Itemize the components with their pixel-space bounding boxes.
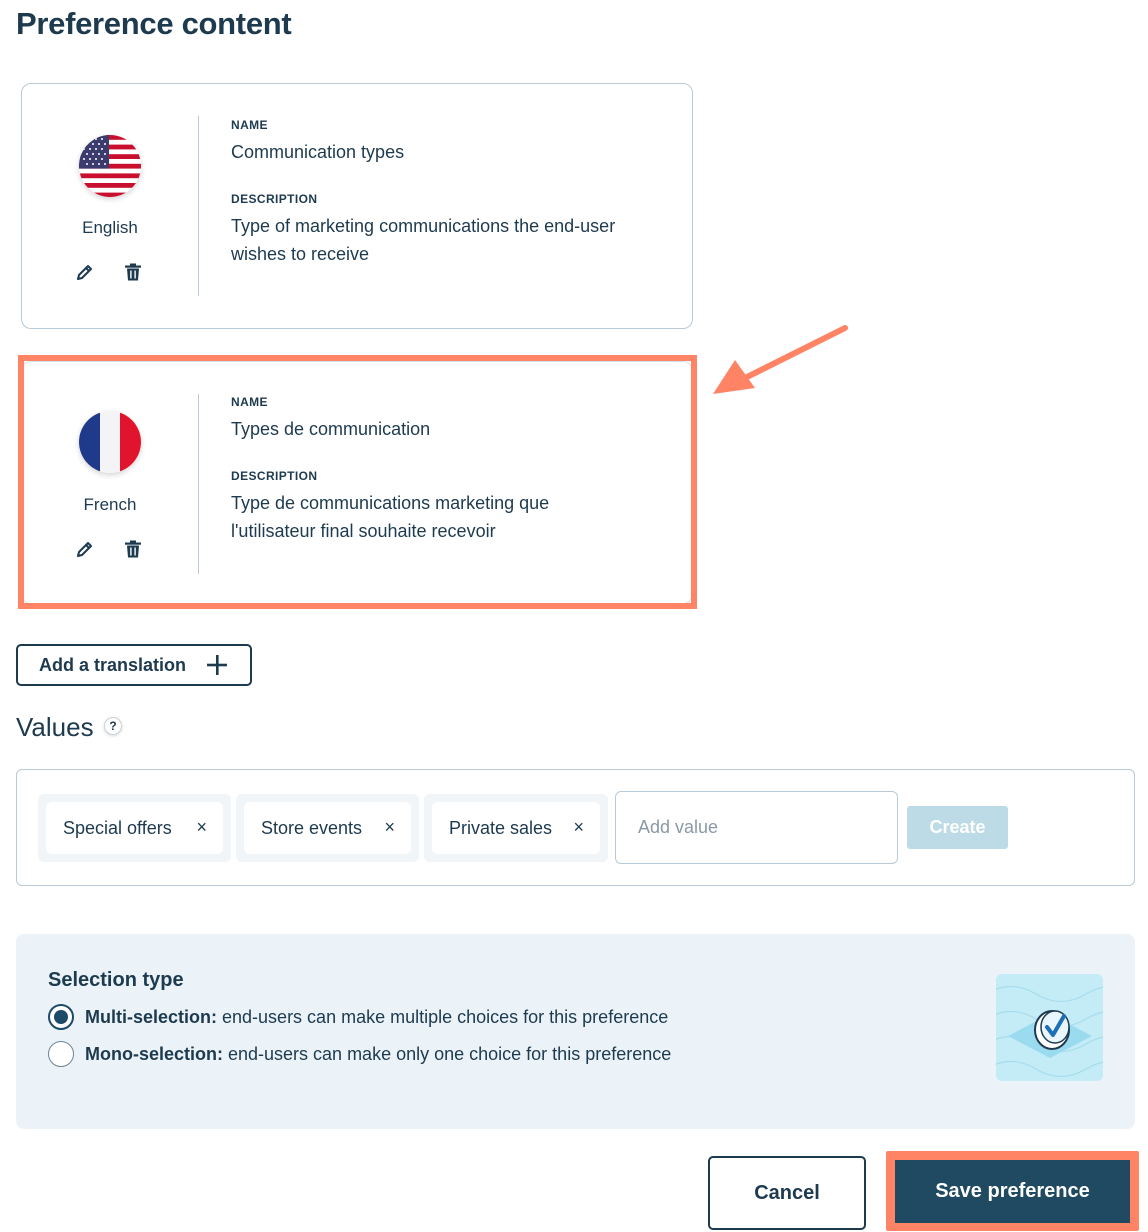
value-tag-label: Special offers [63,817,172,838]
description-value: Type of marketing communications the end… [231,212,671,268]
checkbox-illustration [996,974,1103,1081]
translation-fields: NAME Communication types DESCRIPTION Typ… [231,118,671,268]
card-divider [198,394,199,574]
multi-selection-option[interactable]: Multi-selection: end-users can make mult… [48,1004,668,1030]
card-divider [198,116,199,296]
help-question-icon[interactable]: ? [104,717,122,735]
delete-trash-icon[interactable] [122,261,144,283]
translation-actions [74,261,144,283]
value-tag: Store events × [244,802,411,854]
add-translation-label: Add a translation [39,654,187,675]
value-tag-label: Store events [261,817,363,838]
delete-trash-icon[interactable] [122,538,144,560]
create-value-button[interactable]: Create [907,806,1008,849]
selection-type-panel: Selection type Multi-selection: end-user… [16,934,1135,1129]
description-line: l'utilisateur final souhaite recevoir [231,521,496,541]
translation-fields: NAME Types de communication DESCRIPTION … [231,395,671,545]
values-box: Special offers × Store events × Private … [16,769,1135,886]
annotation-arrow-icon [713,325,848,394]
save-preference-button[interactable]: Save preference [895,1160,1130,1223]
mono-selection-option[interactable]: Mono-selection: end-users can make only … [48,1041,671,1067]
remove-tag-icon[interactable]: × [196,817,207,838]
translation-card-english: English NAME Communication types DESCRIP… [21,83,693,329]
translation-actions [74,538,144,560]
plus-icon [207,655,227,675]
description-label: DESCRIPTION [231,469,318,483]
language-column: French [22,362,198,603]
multi-selection-label: Multi-selection: end-users can make mult… [85,1006,669,1027]
name-label: NAME [231,118,268,132]
selection-type-title: Selection type [48,969,184,991]
france-flag-icon [79,411,141,473]
name-value: Types de communication [231,419,431,439]
mono-selection-label: Mono-selection: end-users can make only … [85,1043,672,1064]
name-label: NAME [231,395,268,409]
value-tag-wrapper: Store events × [236,794,419,862]
name-value: Communication types [231,142,405,162]
description-line: wishes to receive [231,244,370,264]
remove-tag-icon[interactable]: × [573,817,584,838]
us-flag-icon [79,135,141,197]
remove-tag-icon[interactable]: × [384,817,395,838]
add-value-input[interactable] [615,791,898,864]
language-label: French [83,495,137,514]
value-tag-wrapper: Private sales × [424,794,608,862]
description-line: Type de communications marketing que [231,493,550,513]
description-value: Type de communications marketing que l'u… [231,489,671,545]
edit-pencil-icon[interactable] [74,261,96,283]
page-title: Preference content [16,6,292,41]
add-translation-button[interactable]: Add a translation [16,644,252,686]
value-tag: Private sales × [432,802,600,854]
cancel-button[interactable]: Cancel [708,1156,866,1230]
description-label: DESCRIPTION [231,192,318,206]
translation-card-french: French NAME Types de communication DESCR… [21,361,693,604]
description-line: Type of marketing communications the end… [231,216,616,236]
value-tag-label: Private sales [449,817,553,838]
language-label: English [82,218,138,237]
value-tag: Special offers × [46,802,223,854]
mono-selection-radio[interactable] [48,1041,74,1067]
values-title: Values [16,712,94,742]
multi-selection-radio[interactable] [48,1004,74,1030]
value-tag-wrapper: Special offers × [38,794,231,862]
edit-pencil-icon[interactable] [74,538,96,560]
language-column: English [22,84,198,328]
